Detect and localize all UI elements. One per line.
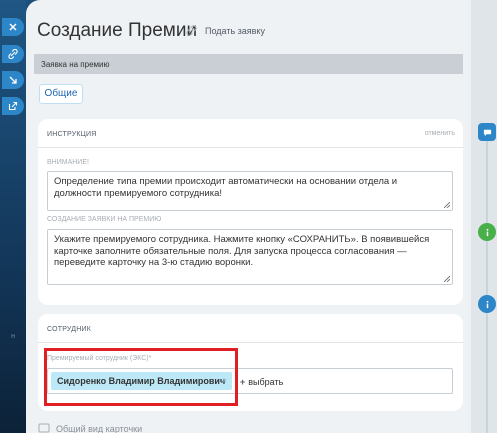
- create-request-textarea[interactable]: Укажите премируемого сотрудника. Нажмите…: [47, 229, 453, 285]
- close-button[interactable]: [2, 18, 24, 36]
- submit-request-link[interactable]: Подать заявку: [205, 26, 265, 36]
- info-icon[interactable]: [478, 295, 496, 313]
- link-icon: [8, 49, 18, 59]
- resize-grip-icon[interactable]: [444, 276, 450, 282]
- card-view-icon: [38, 423, 50, 433]
- tab-general[interactable]: Общие: [39, 84, 83, 104]
- left-rail: н: [0, 0, 26, 433]
- plus-icon: +: [240, 377, 246, 387]
- attention-text: Определение типа премии происходит автом…: [54, 176, 398, 199]
- close-icon: [9, 23, 17, 31]
- create-request-text: Укажите премируемого сотрудника. Нажмите…: [54, 234, 430, 268]
- minimize-button[interactable]: [2, 71, 24, 89]
- attention-textarea[interactable]: Определение типа премии происходит автом…: [47, 171, 453, 211]
- copy-link-button[interactable]: [2, 45, 24, 63]
- timeline-line: [486, 132, 488, 433]
- open-window-icon: [8, 101, 18, 111]
- breadcrumb: Заявка на премию: [34, 54, 463, 74]
- page-title: Создание Премии: [37, 20, 198, 41]
- cancel-link[interactable]: отменить: [425, 130, 455, 137]
- info-glyph-icon: [486, 300, 488, 308]
- arrow-icon: [9, 76, 17, 84]
- info-glyph-icon: [486, 228, 488, 236]
- open-new-window-button[interactable]: [2, 97, 24, 115]
- select-employee-button[interactable]: + выбрать: [240, 377, 283, 387]
- attention-label: ВНИМАНИЕ!: [47, 159, 89, 166]
- divider: [38, 342, 463, 343]
- info-icon[interactable]: [478, 223, 496, 241]
- link-icon[interactable]: [186, 25, 197, 36]
- create-request-label: СОЗДАНИЕ ЗАЯВКИ НА ПРЕМИЮ: [47, 216, 162, 223]
- select-employee-label: выбрать: [248, 377, 284, 387]
- resize-grip-icon[interactable]: [444, 202, 450, 208]
- chat-bubble-icon: [483, 129, 491, 136]
- chat-icon[interactable]: [478, 123, 496, 141]
- rail-text: н: [11, 333, 15, 340]
- right-timeline-strip: [471, 0, 497, 433]
- highlight-annotation: [44, 348, 238, 406]
- general-view-link[interactable]: Общий вид карточки: [56, 424, 142, 433]
- instruction-card-title: ИНСТРУКЦИЯ: [47, 131, 97, 138]
- employee-card-title: СОТРУДНИК: [47, 326, 91, 333]
- divider: [38, 147, 463, 148]
- instruction-card: ИНСТРУКЦИЯ отменить ВНИМАНИЕ! Определени…: [38, 119, 463, 305]
